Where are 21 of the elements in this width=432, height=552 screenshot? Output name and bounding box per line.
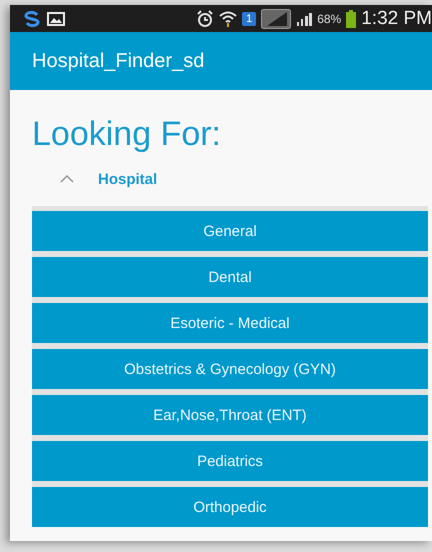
app-title: Hospital_Finder_sd (32, 50, 204, 72)
battery-percent: 68% (317, 12, 342, 26)
category-button[interactable]: Pediatrics (32, 441, 428, 481)
chevron-icon (60, 175, 74, 183)
clock-time: 1:32 PM (361, 8, 432, 30)
category-button[interactable]: Orthopedic (32, 487, 428, 527)
category-button[interactable]: Dental (32, 257, 428, 297)
image-icon (47, 12, 65, 26)
wifi-icon (219, 10, 238, 26)
group-header[interactable]: Hospital (32, 154, 428, 192)
signal-icon (261, 8, 292, 28)
battery-icon (346, 10, 356, 28)
category-button[interactable]: Obstetrics & Gynecology (GYN) (32, 349, 428, 389)
category-button[interactable]: Ear,Nose,Throat (ENT) (32, 395, 428, 435)
category-button[interactable]: General (32, 211, 428, 251)
sim-badge: 1 (242, 12, 256, 26)
category-button[interactable]: Esoteric - Medical (32, 303, 428, 343)
alarm-clock-icon (196, 10, 214, 28)
heading: Looking For: (32, 114, 222, 154)
signal-bars-icon (296, 12, 312, 26)
sync-icon (22, 10, 42, 26)
